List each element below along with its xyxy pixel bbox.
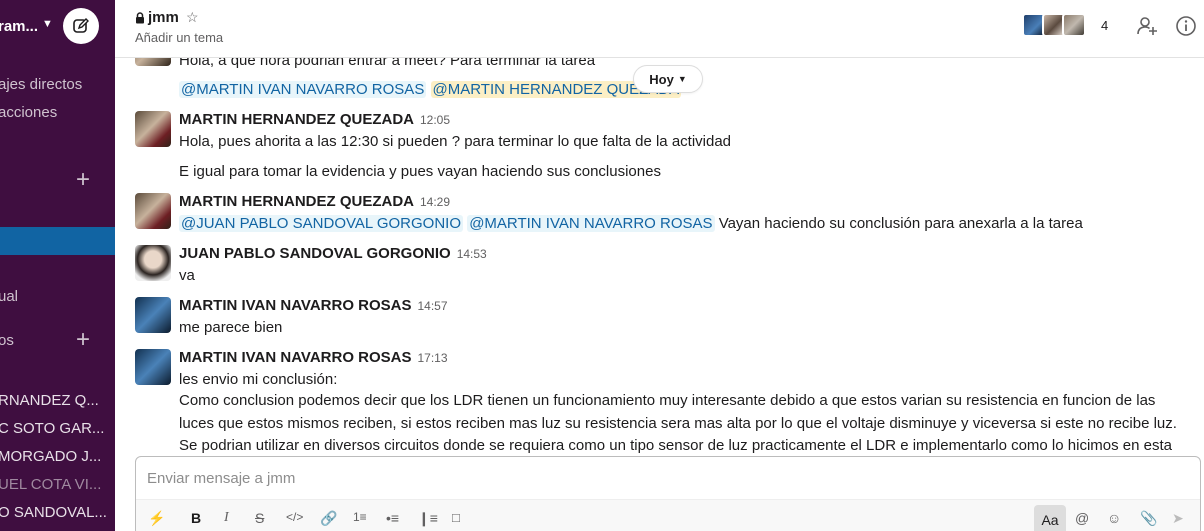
message-timestamp[interactable]: 12:05 — [420, 113, 450, 127]
channel-title[interactable]: jmm — [135, 9, 179, 26]
member-avatars[interactable] — [1022, 13, 1086, 37]
send-icon[interactable]: ➤ — [1172, 510, 1184, 527]
message-timestamp[interactable]: 17:13 — [418, 351, 448, 365]
chevron-down-icon[interactable]: ▼ — [42, 18, 53, 30]
message-text: @JUAN PABLO SANDOVAL GORGONIO @MARTIN IV… — [179, 213, 1083, 235]
day-label: Hoy — [649, 71, 674, 87]
sidebar-dm-item[interactable]: O SANDOVAL... — [0, 504, 107, 521]
message-header: MARTIN IVAN NAVARRO ROSAS 14:57 — [179, 297, 448, 314]
sidebar-dm-item[interactable]: C SOTO GAR... — [0, 420, 104, 437]
composer-toolbar: ⚡ B I S </> 🔗 1≡ •≡ ❙≡ □ Aa @ ☺ 📎 ➤ — [136, 499, 1200, 531]
message-text: Hola, a que hora podrian entrar a meet? … — [179, 58, 596, 69]
user-mention[interactable]: @JUAN PABLO SANDOVAL GORGONIO — [179, 215, 464, 232]
message-text: Hola, pues ahorita a las 12:30 si pueden… — [179, 133, 732, 150]
user-mention[interactable]: @MARTIN IVAN NAVARRO ROSAS — [467, 215, 715, 232]
blockquote-icon[interactable]: ❙≡ — [418, 510, 438, 527]
message-input[interactable] — [136, 457, 1200, 499]
avatar[interactable] — [135, 349, 171, 385]
message-text: me parece bien — [179, 319, 283, 336]
channel-topic[interactable]: Añadir un tema — [135, 30, 223, 45]
add-channel-icon[interactable]: + — [76, 168, 90, 192]
workspace-name[interactable]: ram... — [0, 18, 38, 35]
chevron-down-icon: ▼ — [677, 74, 687, 84]
sidebar-dm-item[interactable]: UEL COTA VI... — [0, 476, 101, 493]
mention-icon[interactable]: @ — [1075, 510, 1089, 526]
emoji-icon[interactable]: ☺ — [1107, 510, 1121, 526]
bulleted-list-icon[interactable]: •≡ — [386, 510, 399, 526]
sidebar-dm-item[interactable]: RNANDEZ Q... — [0, 392, 99, 409]
sidebar: ram... ▼ ajes directos acciones + ual os… — [0, 0, 115, 531]
sidebar-item-direct-messages[interactable]: ajes directos — [0, 76, 82, 93]
attachment-icon[interactable]: 📎 — [1140, 510, 1157, 527]
avatar[interactable] — [135, 297, 171, 333]
user-mention[interactable]: @MARTIN IVAN NAVARRO ROSAS — [179, 81, 427, 98]
channel-name: jmm — [148, 9, 179, 26]
compose-button[interactable] — [63, 8, 99, 44]
message-text: E igual para tomar la evidencia y pues v… — [179, 163, 661, 180]
message-text: les envio mi conclusión: — [179, 371, 338, 388]
lock-icon — [136, 11, 144, 23]
message-mentions: @MARTIN IVAN NAVARRO ROSAS @MARTIN HERNA… — [179, 79, 682, 101]
message-timestamp[interactable]: 14:29 — [420, 195, 450, 209]
sidebar-item-active-channel[interactable] — [0, 227, 115, 255]
bold-icon[interactable]: B — [191, 510, 201, 526]
message-header: MARTIN HERNANDEZ QUEZADA 14:29 — [179, 193, 450, 210]
format-toggle-button[interactable]: Aa — [1034, 505, 1066, 531]
sidebar-item-ual[interactable]: ual — [0, 288, 18, 305]
sidebar-dm-item[interactable]: MORGADO J... — [0, 448, 101, 465]
message-header: MARTIN IVAN NAVARRO ROSAS 17:13 — [179, 349, 448, 366]
code-icon[interactable]: </> — [286, 510, 303, 524]
message-header: JUAN PABLO SANDOVAL GORGONIO 14:53 — [179, 245, 487, 262]
info-icon[interactable] — [1174, 14, 1198, 38]
avatar[interactable] — [135, 111, 171, 147]
message-author[interactable]: MARTIN HERNANDEZ QUEZADA — [179, 111, 414, 128]
message-text-content: Vayan haciendo su conclusión para anexar… — [718, 215, 1083, 232]
avatar[interactable] — [135, 58, 171, 66]
sidebar-item-direct-messages-section[interactable]: os — [0, 332, 14, 349]
message-timestamp[interactable]: 14:53 — [457, 247, 487, 261]
day-divider-button[interactable]: Hoy ▼ — [633, 65, 703, 93]
code-block-icon[interactable]: □ — [452, 510, 460, 525]
star-icon[interactable]: ☆ — [186, 9, 199, 26]
sidebar-item-reactions[interactable]: acciones — [0, 104, 57, 121]
message-composer: ⚡ B I S </> 🔗 1≡ •≡ ❙≡ □ Aa @ ☺ 📎 ➤ — [135, 456, 1201, 531]
avatar[interactable] — [135, 245, 171, 281]
compose-icon — [73, 18, 89, 33]
avatar[interactable] — [135, 193, 171, 229]
avatar — [1062, 13, 1086, 37]
ordered-list-icon[interactable]: 1≡ — [353, 510, 367, 524]
message-author[interactable]: JUAN PABLO SANDOVAL GORGONIO — [179, 245, 451, 262]
link-icon[interactable]: 🔗 — [320, 510, 337, 527]
add-dm-icon[interactable]: + — [76, 328, 90, 352]
message-author[interactable]: MARTIN HERNANDEZ QUEZADA — [179, 193, 414, 210]
channel-header: jmm ☆ Añadir un tema 4 — [115, 0, 1204, 58]
message-header: MARTIN HERNANDEZ QUEZADA 12:05 — [179, 111, 450, 128]
message-text: Como conclusion podemos decir que los LD… — [179, 392, 1177, 454]
message-author[interactable]: MARTIN IVAN NAVARRO ROSAS — [179, 297, 412, 314]
italic-icon[interactable]: I — [224, 510, 229, 526]
add-person-icon[interactable] — [1135, 14, 1159, 38]
shortcuts-icon[interactable]: ⚡ — [148, 510, 165, 527]
message-list: Hola, a que hora podrian entrar a meet? … — [115, 58, 1204, 456]
message-timestamp[interactable]: 14:57 — [418, 299, 448, 313]
strikethrough-icon[interactable]: S — [255, 510, 264, 526]
member-count[interactable]: 4 — [1101, 18, 1108, 33]
message-author[interactable]: MARTIN IVAN NAVARRO ROSAS — [179, 349, 412, 366]
message-text: va — [179, 267, 195, 284]
